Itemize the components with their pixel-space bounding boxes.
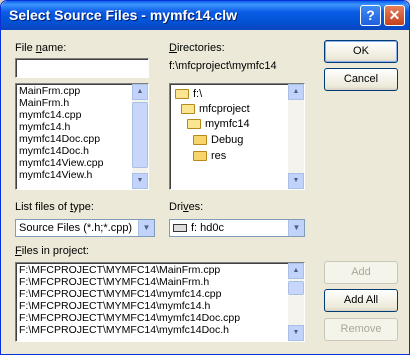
dir-item-res[interactable]: res — [193, 149, 226, 163]
file-list-item[interactable]: MainFrm.h — [17, 97, 131, 109]
file-list-item[interactable]: mymfc14Doc.h — [17, 145, 131, 157]
dir-item-mfcproject[interactable]: mfcproject — [181, 102, 250, 116]
open-folder-icon — [175, 89, 189, 100]
project-file-item[interactable]: F:\MFCPROJECT\MYMFC14\mymfc14.h — [17, 300, 287, 312]
ok-button[interactable]: OK — [324, 40, 398, 63]
project-file-item[interactable]: F:\MFCPROJECT\MYMFC14\MainFrm.cpp — [17, 264, 287, 276]
directories-label: Directories: — [169, 42, 225, 54]
close-button[interactable]: ✕ — [384, 5, 405, 26]
chevron-down-icon[interactable]: ▼ — [288, 220, 304, 236]
file-name-label: File name: — [15, 42, 67, 54]
scroll-up-icon[interactable]: ▲ — [288, 263, 304, 279]
remove-button[interactable]: Remove — [324, 318, 398, 341]
folder-icon — [193, 135, 207, 146]
project-file-item[interactable]: F:\MFCPROJECT\MYMFC14\MainFrm.h — [17, 276, 287, 288]
file-list-item[interactable]: mymfc14.h — [17, 121, 131, 133]
scroll-down-icon[interactable]: ▼ — [288, 325, 304, 341]
file-list-scrollbar[interactable]: ▲ ▼ — [132, 84, 148, 189]
help-button[interactable]: ? — [360, 5, 381, 26]
scroll-thumb[interactable] — [132, 102, 148, 168]
scroll-down-icon[interactable]: ▼ — [132, 173, 148, 189]
scroll-up-icon[interactable]: ▲ — [132, 84, 148, 100]
file-list[interactable]: MainFrm.cpp MainFrm.h mymfc14.cpp mymfc14.h… — [15, 83, 149, 190]
file-type-dropdown[interactable]: Source Files (*.h;*.cpp) ▼ — [15, 219, 155, 237]
chevron-down-icon[interactable]: ▼ — [138, 220, 154, 236]
folder-icon — [193, 151, 207, 162]
dir-item-root[interactable]: f:\ — [175, 87, 202, 101]
file-name-input[interactable] — [15, 58, 149, 78]
title-bar[interactable]: Select Source Files - mymfc14.clw ? ✕ — [1, 1, 409, 30]
file-type-label: List files of type: — [15, 201, 94, 213]
directory-scrollbar[interactable]: ▲ ▼ — [288, 84, 304, 189]
directory-tree[interactable]: f:\ mfcproject mymfc14 Debug res ▲ ▼ — [169, 83, 305, 190]
open-folder-icon — [181, 104, 195, 115]
dialog-title: Select Source Files - mymfc14.clw — [9, 7, 237, 23]
files-in-project-label: Files in project: — [15, 245, 89, 257]
scroll-thumb[interactable] — [288, 281, 304, 295]
open-folder-icon — [187, 119, 201, 130]
drives-label: Drives: — [169, 201, 204, 213]
drives-value: f: hd0c — [173, 222, 224, 234]
current-directory-path: f:\mfcproject\mymfc14 — [169, 60, 277, 72]
add-all-button[interactable]: Add All — [324, 289, 398, 312]
file-list-item[interactable]: mymfc14View.h — [17, 169, 131, 181]
drives-dropdown[interactable]: f: hd0c ▼ — [169, 219, 305, 237]
project-file-item[interactable]: F:\MFCPROJECT\MYMFC14\mymfc14Doc.cpp — [17, 312, 287, 324]
project-file-item[interactable]: F:\MFCPROJECT\MYMFC14\mymfc14.cpp — [17, 288, 287, 300]
project-file-list[interactable]: F:\MFCPROJECT\MYMFC14\MainFrm.cpp F:\MFCP… — [15, 262, 305, 342]
scroll-up-icon[interactable]: ▲ — [288, 84, 304, 100]
file-list-item[interactable]: mymfc14Doc.cpp — [17, 133, 131, 145]
file-list-item[interactable]: mymfc14.cpp — [17, 109, 131, 121]
project-list-scrollbar[interactable]: ▲ ▼ — [288, 263, 304, 341]
scroll-down-icon[interactable]: ▼ — [288, 173, 304, 189]
project-file-item[interactable]: F:\MFCPROJECT\MYMFC14\mymfc14Doc.h — [17, 324, 287, 336]
dir-item-debug[interactable]: Debug — [193, 133, 243, 147]
file-list-item[interactable]: mymfc14View.cpp — [17, 157, 131, 169]
add-button[interactable]: Add — [324, 261, 398, 284]
hard-drive-icon — [173, 224, 187, 233]
file-type-value: Source Files (*.h;*.cpp) — [19, 222, 133, 234]
file-list-item[interactable]: MainFrm.cpp — [17, 85, 131, 97]
dir-item-mymfc14[interactable]: mymfc14 — [187, 117, 250, 131]
cancel-button[interactable]: Cancel — [324, 68, 398, 91]
select-source-files-dialog: Select Source Files - mymfc14.clw ? ✕ Fi… — [0, 0, 410, 355]
